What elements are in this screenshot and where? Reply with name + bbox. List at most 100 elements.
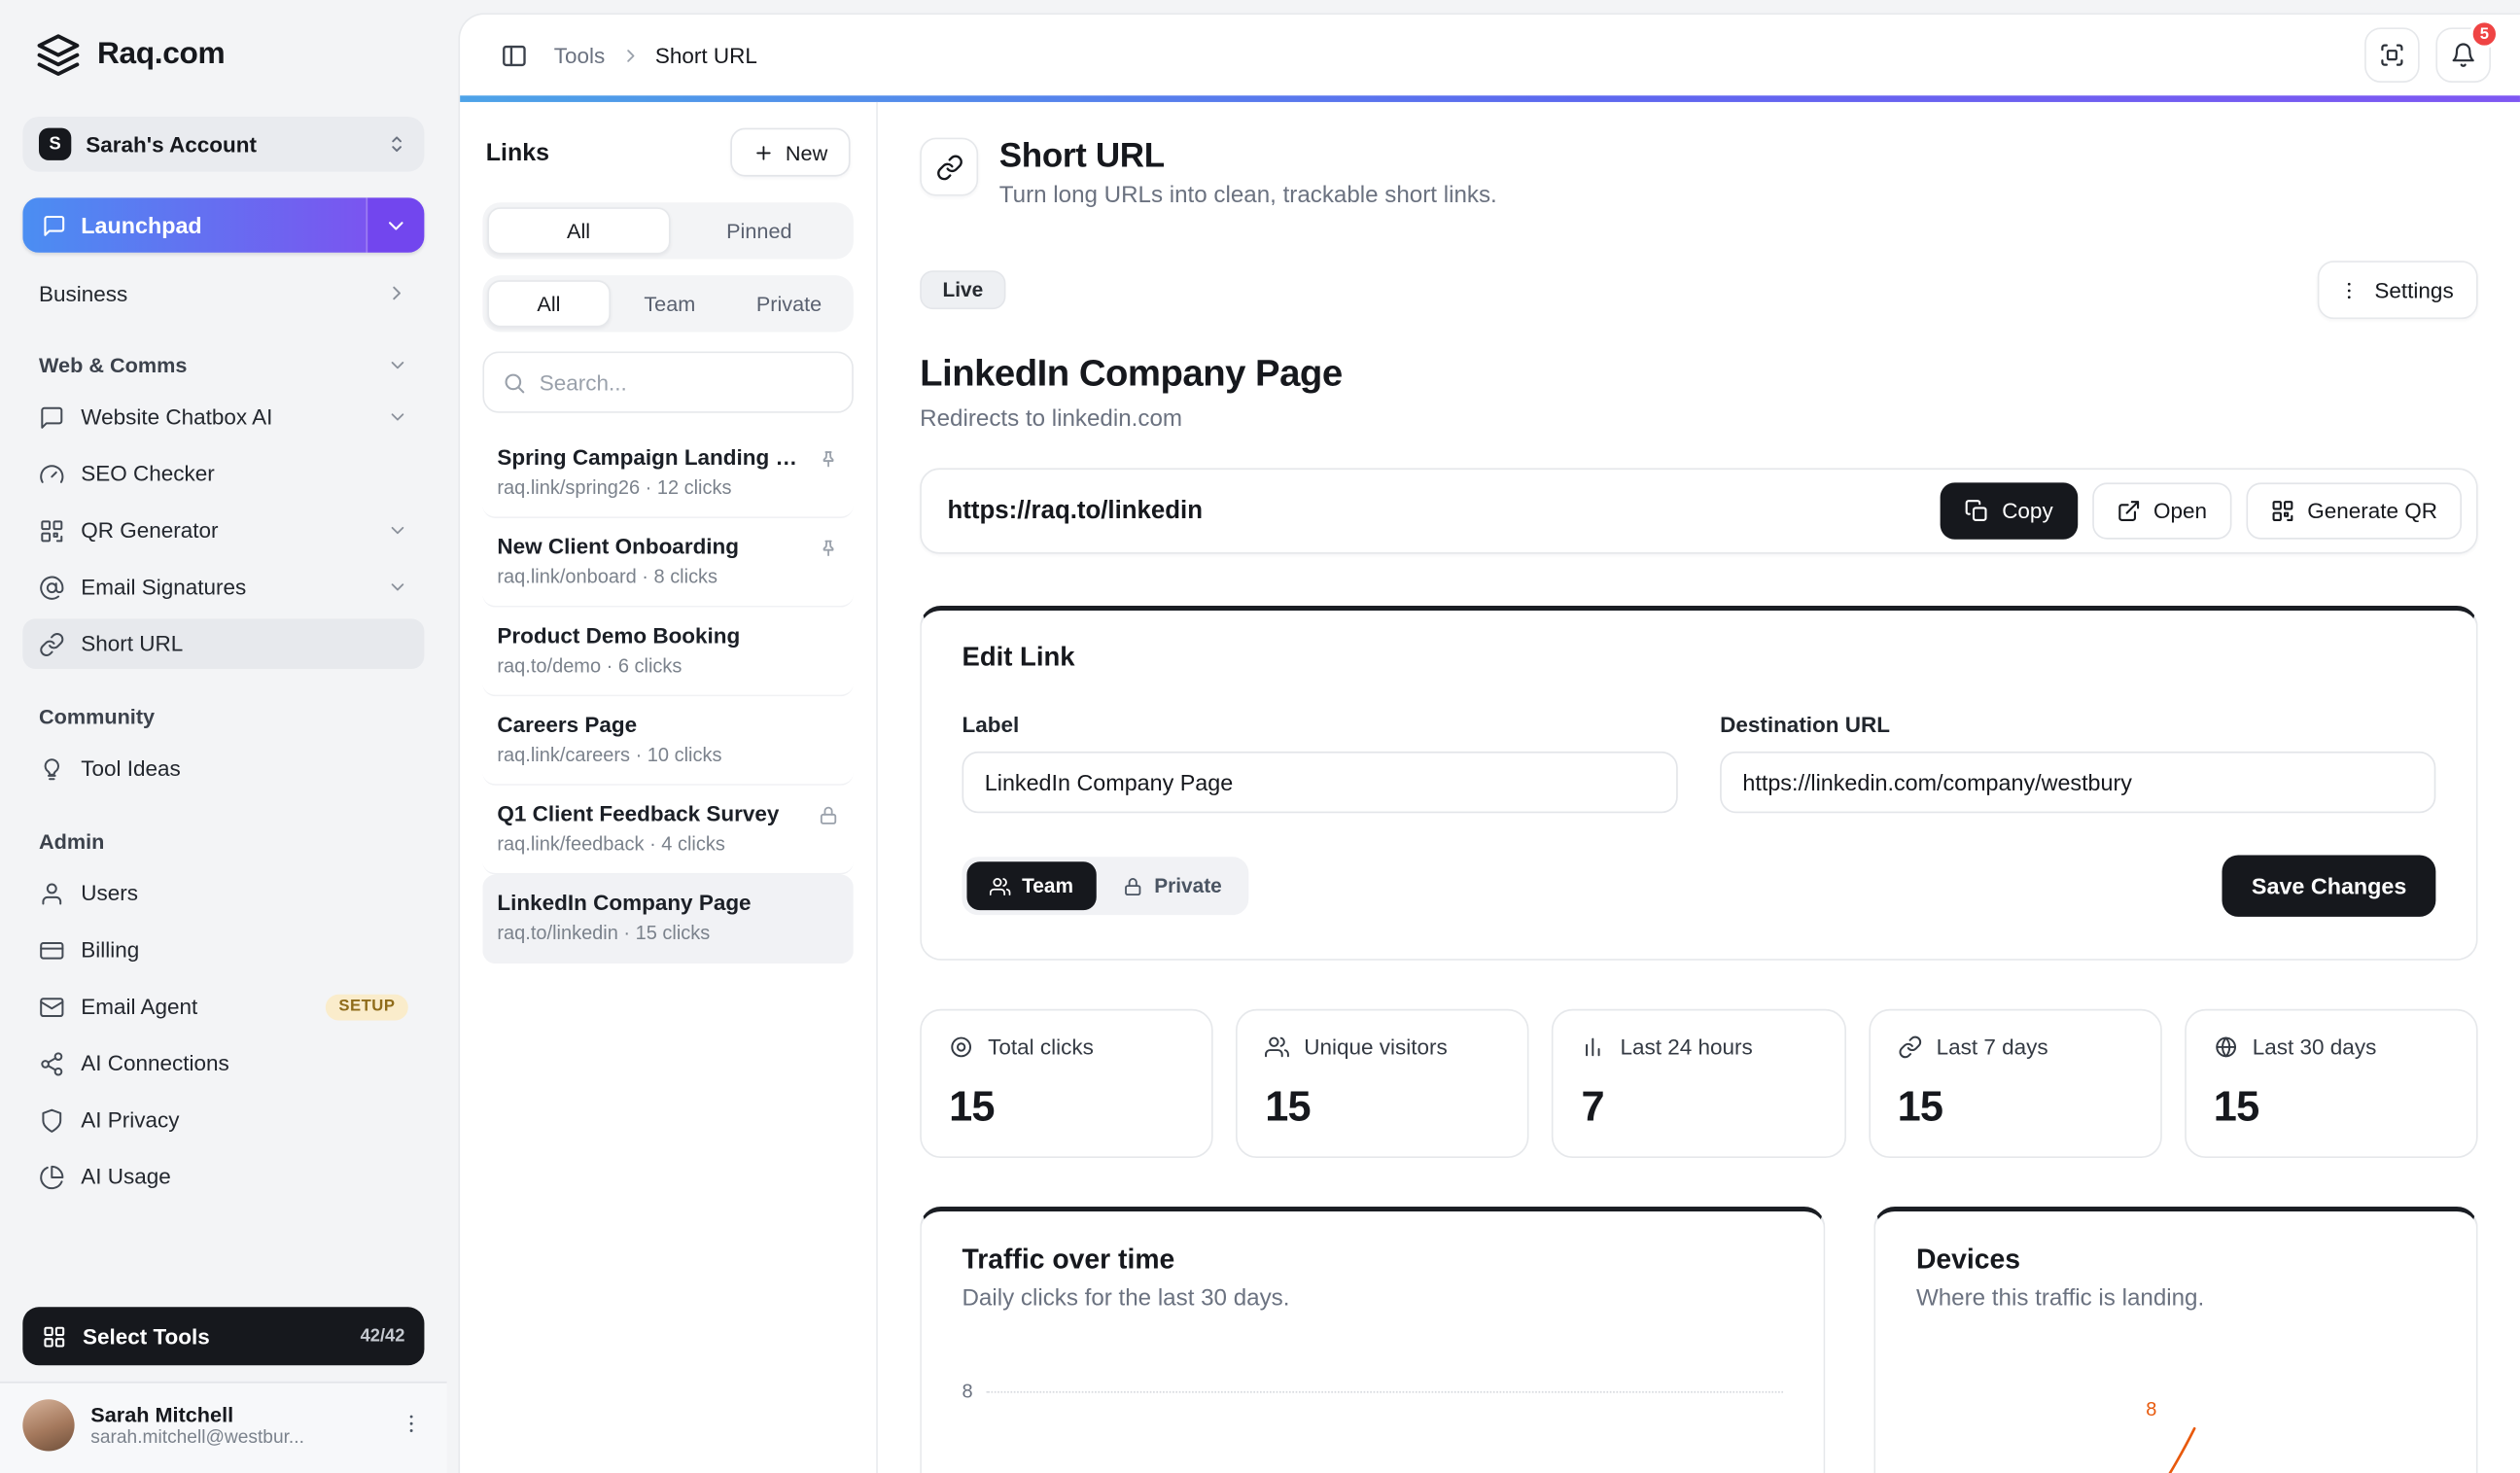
destination-url-input[interactable]	[1720, 752, 2435, 813]
launchpad-expand-button[interactable]	[366, 197, 424, 253]
visibility-team-toggle[interactable]: Team	[966, 861, 1096, 910]
open-button[interactable]: Open	[2092, 482, 2231, 539]
link-item-meta: raq.link/onboard · 8 clicks	[497, 565, 739, 587]
sidebar-item-ai-privacy[interactable]: AI Privacy	[22, 1095, 424, 1145]
stat-label: Unique visitors	[1304, 1035, 1448, 1059]
link-list-item[interactable]: Product Demo Booking raq.to/demo · 6 cli…	[482, 608, 853, 697]
sidebar-item-ai-usage[interactable]: AI Usage	[22, 1151, 424, 1202]
chevron-down-icon	[387, 355, 408, 376]
generate-qr-button[interactable]: Generate QR	[2246, 482, 2462, 539]
stat-head: Last 24 hours	[1581, 1035, 1816, 1059]
label-input[interactable]	[962, 752, 1677, 813]
link-item-text: Careers Page raq.link/careers · 10 click…	[497, 713, 721, 766]
stat-value: 15	[1265, 1082, 1500, 1133]
launchpad-button[interactable]: Launchpad	[22, 197, 366, 253]
tab-all[interactable]: All	[487, 207, 669, 254]
link-list-item-selected[interactable]: LinkedIn Company Page raq.to/linkedin · …	[482, 875, 853, 964]
sidebar-item-email-signatures[interactable]: Email Signatures	[22, 562, 424, 613]
notifications-button[interactable]: 5	[2435, 27, 2491, 83]
brand-name: Raq.com	[97, 37, 225, 73]
link-item-text: LinkedIn Company Page raq.to/linkedin · …	[497, 891, 751, 944]
tab-pinned[interactable]: Pinned	[670, 207, 849, 254]
charts-row: Traffic over time Daily clicks for the l…	[920, 1207, 2477, 1473]
sidebar-item-users[interactable]: Users	[22, 868, 424, 919]
grid-icon	[42, 1324, 66, 1349]
sidebar-item-tool-ideas[interactable]: Tool Ideas	[22, 744, 424, 794]
save-changes-button[interactable]: Save Changes	[2222, 856, 2435, 917]
chevron-down-icon	[387, 406, 408, 428]
layers-logo-icon	[36, 32, 82, 78]
tool-tile	[920, 138, 978, 196]
users-icon	[990, 875, 1011, 896]
profile-email: sarah.mitchell@westbur...	[90, 1428, 304, 1448]
section-header-web-comms[interactable]: Web & Comms	[39, 353, 408, 377]
link-item-meta: raq.to/linkedin · 15 clicks	[497, 922, 751, 944]
chevron-down-icon	[387, 520, 408, 542]
search-input[interactable]	[540, 370, 834, 395]
link-item-title: Spring Campaign Landing P...	[497, 445, 801, 470]
chat-icon	[42, 213, 66, 237]
sidebar-item-website-chatbox-ai[interactable]: Website Chatbox AI	[22, 392, 424, 442]
page-title: Short URL	[999, 138, 1497, 177]
section-header-admin: Admin	[39, 829, 408, 854]
sidebar-item-seo-checker[interactable]: SEO Checker	[22, 448, 424, 499]
link-item-meta: raq.link/feedback · 4 clicks	[497, 832, 779, 855]
stat-head: Unique visitors	[1265, 1035, 1500, 1059]
main-panel: Tools Short URL 5 Links	[458, 13, 2520, 1473]
scan-icon	[2379, 42, 2405, 68]
page-subtitle: Turn long URLs into clean, trackable sho…	[999, 183, 1497, 209]
panel-left-icon	[500, 41, 527, 68]
breadcrumb-tools[interactable]: Tools	[554, 43, 605, 67]
select-tools-button[interactable]: Select Tools 42/42	[22, 1307, 424, 1365]
account-switcher[interactable]: S Sarah's Account	[22, 117, 424, 172]
tab-scope-all[interactable]: All	[487, 280, 610, 327]
destination-field-group: Destination URL	[1720, 713, 2435, 813]
pin-icon	[818, 538, 839, 559]
sidebar-item-billing[interactable]: Billing	[22, 925, 424, 975]
link-list-item[interactable]: New Client Onboarding raq.link/onboard ·…	[482, 518, 853, 608]
settings-button[interactable]: Settings	[2318, 261, 2478, 319]
profile-card[interactable]: Sarah Mitchell sarah.mitchell@westbur...	[0, 1382, 447, 1473]
link-item-meta: raq.to/demo · 6 clicks	[497, 654, 740, 677]
sidebar-item-ai-connections[interactable]: AI Connections	[22, 1038, 424, 1089]
at-sign-icon	[39, 575, 65, 601]
chat-icon	[39, 404, 65, 431]
profile-text: Sarah Mitchell sarah.mitchell@westbur...	[90, 1402, 304, 1448]
stats-row: Total clicks 15 Unique visitors 15	[920, 1009, 2477, 1158]
app-window: Raq.com S Sarah's Account Launchpad Busi…	[0, 0, 2520, 1473]
link-list-item[interactable]: Spring Campaign Landing P... raq.link/sp…	[482, 429, 853, 518]
y-axis-tick-row: 8	[962, 1380, 1783, 1402]
link-icon	[39, 631, 65, 657]
devices-line-segment	[2155, 1425, 2197, 1473]
page-header: Short URL Turn long URLs into clean, tra…	[920, 138, 2477, 209]
stat-card-unique-visitors: Unique visitors 15	[1236, 1009, 1529, 1158]
tab-scope-private[interactable]: Private	[729, 280, 849, 327]
settings-label: Settings	[2374, 278, 2453, 302]
link-list-item[interactable]: Q1 Client Feedback Survey raq.link/feedb…	[482, 786, 853, 875]
copy-button[interactable]: Copy	[1941, 482, 2078, 539]
user-icon	[39, 880, 65, 906]
sidebar-item-email-agent[interactable]: Email Agent SETUP	[22, 981, 424, 1032]
new-link-button[interactable]: New	[730, 128, 850, 177]
sidebar-item-qr-generator[interactable]: QR Generator	[22, 506, 424, 556]
sidebar-item-short-url[interactable]: Short URL	[22, 618, 424, 669]
link-list-item[interactable]: Careers Page raq.link/careers · 10 click…	[482, 696, 853, 786]
section-label: Community	[39, 705, 155, 729]
link-icon	[1898, 1035, 1922, 1059]
scan-button[interactable]	[2364, 27, 2420, 83]
kebab-icon	[2337, 278, 2362, 302]
tab-scope-team[interactable]: Team	[610, 280, 729, 327]
sidebar-item-business[interactable]: Business	[22, 269, 424, 318]
stat-card-last-30-days: Last 30 days 15	[2185, 1009, 2478, 1158]
stat-head: Last 30 days	[2214, 1035, 2449, 1059]
profile-menu-button[interactable]	[399, 1410, 425, 1441]
status-badge: Live	[920, 270, 1005, 309]
link-title: LinkedIn Company Page	[920, 351, 2477, 395]
chart-subtitle: Where this traffic is landing.	[1916, 1286, 2435, 1313]
link-item-text: Product Demo Booking raq.to/demo · 6 cli…	[497, 623, 740, 677]
new-link-label: New	[786, 140, 827, 164]
sidebar-toggle-button[interactable]	[489, 31, 538, 80]
stat-value: 15	[949, 1082, 1184, 1133]
bar-chart-icon	[1581, 1035, 1605, 1059]
visibility-private-toggle[interactable]: Private	[1100, 861, 1244, 910]
